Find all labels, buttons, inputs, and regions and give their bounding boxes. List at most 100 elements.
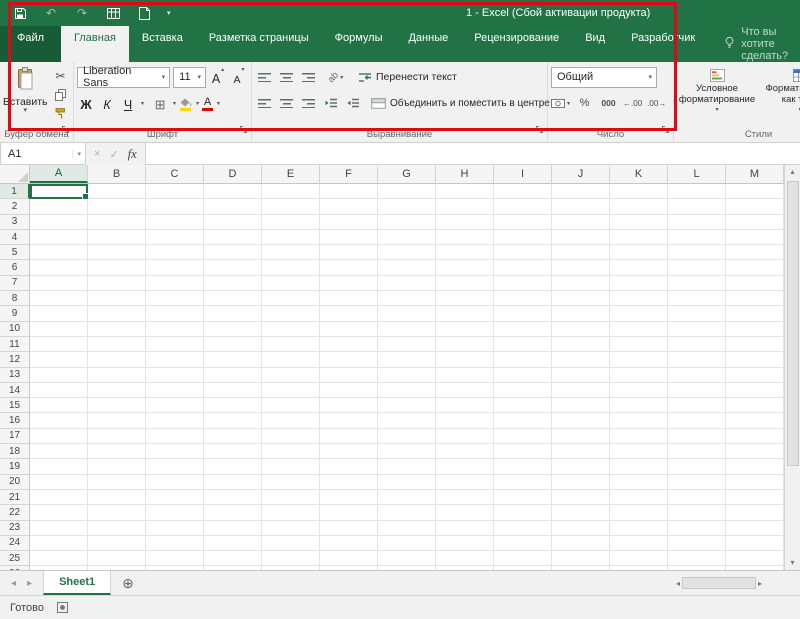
decrease-indent-button[interactable] [321, 93, 340, 113]
cell-B15[interactable] [88, 398, 146, 414]
cell-G15[interactable] [378, 398, 436, 414]
cell-G20[interactable] [378, 474, 436, 490]
cell-M22[interactable] [726, 505, 784, 521]
cell-G13[interactable] [378, 367, 436, 383]
cell-B17[interactable] [88, 428, 146, 445]
cell-L3[interactable] [668, 214, 726, 230]
cell-L20[interactable] [668, 474, 726, 490]
cell-G2[interactable] [378, 199, 436, 215]
cell-L16[interactable] [668, 413, 726, 429]
cell-E7[interactable] [262, 275, 320, 292]
cell-D5[interactable] [204, 245, 262, 261]
cell-A19[interactable] [30, 459, 88, 475]
cell-E2[interactable] [262, 199, 320, 215]
cell-J17[interactable] [552, 428, 610, 445]
cell-D3[interactable] [204, 214, 262, 230]
cell-G16[interactable] [378, 413, 436, 429]
cell-I14[interactable] [494, 382, 552, 399]
cell-A14[interactable] [30, 382, 88, 399]
cell-A1[interactable] [30, 184, 88, 200]
cell-G24[interactable] [378, 535, 436, 552]
cell-H12[interactable] [436, 352, 494, 368]
cell-B24[interactable] [88, 535, 146, 552]
cell-A23[interactable] [30, 520, 88, 536]
cell-M9[interactable] [726, 306, 784, 322]
row-header-12[interactable]: 12 [0, 352, 30, 368]
cell-K14[interactable] [610, 382, 668, 399]
cell-J10[interactable] [552, 321, 610, 337]
row-header-2[interactable]: 2 [0, 199, 30, 215]
cell-D18[interactable] [204, 444, 262, 460]
cancel-entry-icon[interactable]: × [94, 148, 100, 160]
cell-B4[interactable] [88, 229, 146, 246]
row-header-22[interactable]: 22 [0, 505, 30, 521]
cell-D13[interactable] [204, 367, 262, 383]
cell-J6[interactable] [552, 260, 610, 276]
table-icon[interactable] [105, 5, 121, 21]
cell-J16[interactable] [552, 413, 610, 429]
cell-J14[interactable] [552, 382, 610, 399]
cell-J15[interactable] [552, 398, 610, 414]
cell-J19[interactable] [552, 459, 610, 475]
cell-G14[interactable] [378, 382, 436, 399]
percent-style-button[interactable]: % [575, 93, 594, 113]
cell-E3[interactable] [262, 214, 320, 230]
cell-D24[interactable] [204, 535, 262, 552]
cell-J2[interactable] [552, 199, 610, 215]
cell-K21[interactable] [610, 489, 668, 506]
cell-H18[interactable] [436, 444, 494, 460]
cell-A5[interactable] [30, 245, 88, 261]
cell-H7[interactable] [436, 275, 494, 292]
cell-D17[interactable] [204, 428, 262, 445]
cell-D2[interactable] [204, 199, 262, 215]
cell-B8[interactable] [88, 291, 146, 307]
cell-M2[interactable] [726, 199, 784, 215]
cell-C18[interactable] [146, 444, 204, 460]
insert-function-icon[interactable]: fx [128, 147, 137, 162]
cell-G23[interactable] [378, 520, 436, 536]
cell-K10[interactable] [610, 321, 668, 337]
cell-A17[interactable] [30, 428, 88, 445]
font-size-combo[interactable]: 11 ▾ [173, 66, 206, 88]
cell-C15[interactable] [146, 398, 204, 414]
tab-developer[interactable]: Разработчик [618, 26, 708, 62]
cut-icon[interactable]: ✂ [51, 67, 71, 84]
align-left-button[interactable] [255, 93, 274, 113]
scroll-up-icon[interactable]: ▴ [790, 165, 794, 179]
cell-K6[interactable] [610, 260, 668, 276]
cell-F12[interactable] [320, 352, 378, 368]
font-name-combo[interactable]: Liberation Sans ▾ [77, 65, 171, 89]
cell-A11[interactable] [30, 336, 88, 353]
cell-I6[interactable] [494, 260, 552, 276]
cell-B3[interactable] [88, 214, 146, 230]
cell-I20[interactable] [494, 474, 552, 490]
cell-K2[interactable] [610, 199, 668, 215]
cell-L25[interactable] [668, 551, 726, 567]
cell-J22[interactable] [552, 505, 610, 521]
cell-L10[interactable] [668, 321, 726, 337]
cell-F3[interactable] [320, 214, 378, 230]
cell-K18[interactable] [610, 444, 668, 460]
cell-J24[interactable] [552, 535, 610, 552]
row-header-6[interactable]: 6 [0, 260, 30, 276]
cell-B16[interactable] [88, 413, 146, 429]
cell-H25[interactable] [436, 551, 494, 567]
align-right-button[interactable] [299, 93, 318, 113]
cell-M15[interactable] [726, 398, 784, 414]
cell-F19[interactable] [320, 459, 378, 475]
cell-C2[interactable] [146, 199, 204, 215]
cell-A21[interactable] [30, 489, 88, 506]
cell-M3[interactable] [726, 214, 784, 230]
cell-F1[interactable] [320, 184, 378, 200]
cell-J13[interactable] [552, 367, 610, 383]
cell-M14[interactable] [726, 382, 784, 399]
customize-qat-icon[interactable]: ▾ [167, 9, 171, 17]
cell-G25[interactable] [378, 551, 436, 567]
cell-J9[interactable] [552, 306, 610, 322]
cell-C1[interactable] [146, 184, 204, 200]
tab-formulas[interactable]: Формулы [322, 26, 396, 62]
cell-E6[interactable] [262, 260, 320, 276]
cell-I24[interactable] [494, 535, 552, 552]
cell-D11[interactable] [204, 336, 262, 353]
cell-G10[interactable] [378, 321, 436, 337]
